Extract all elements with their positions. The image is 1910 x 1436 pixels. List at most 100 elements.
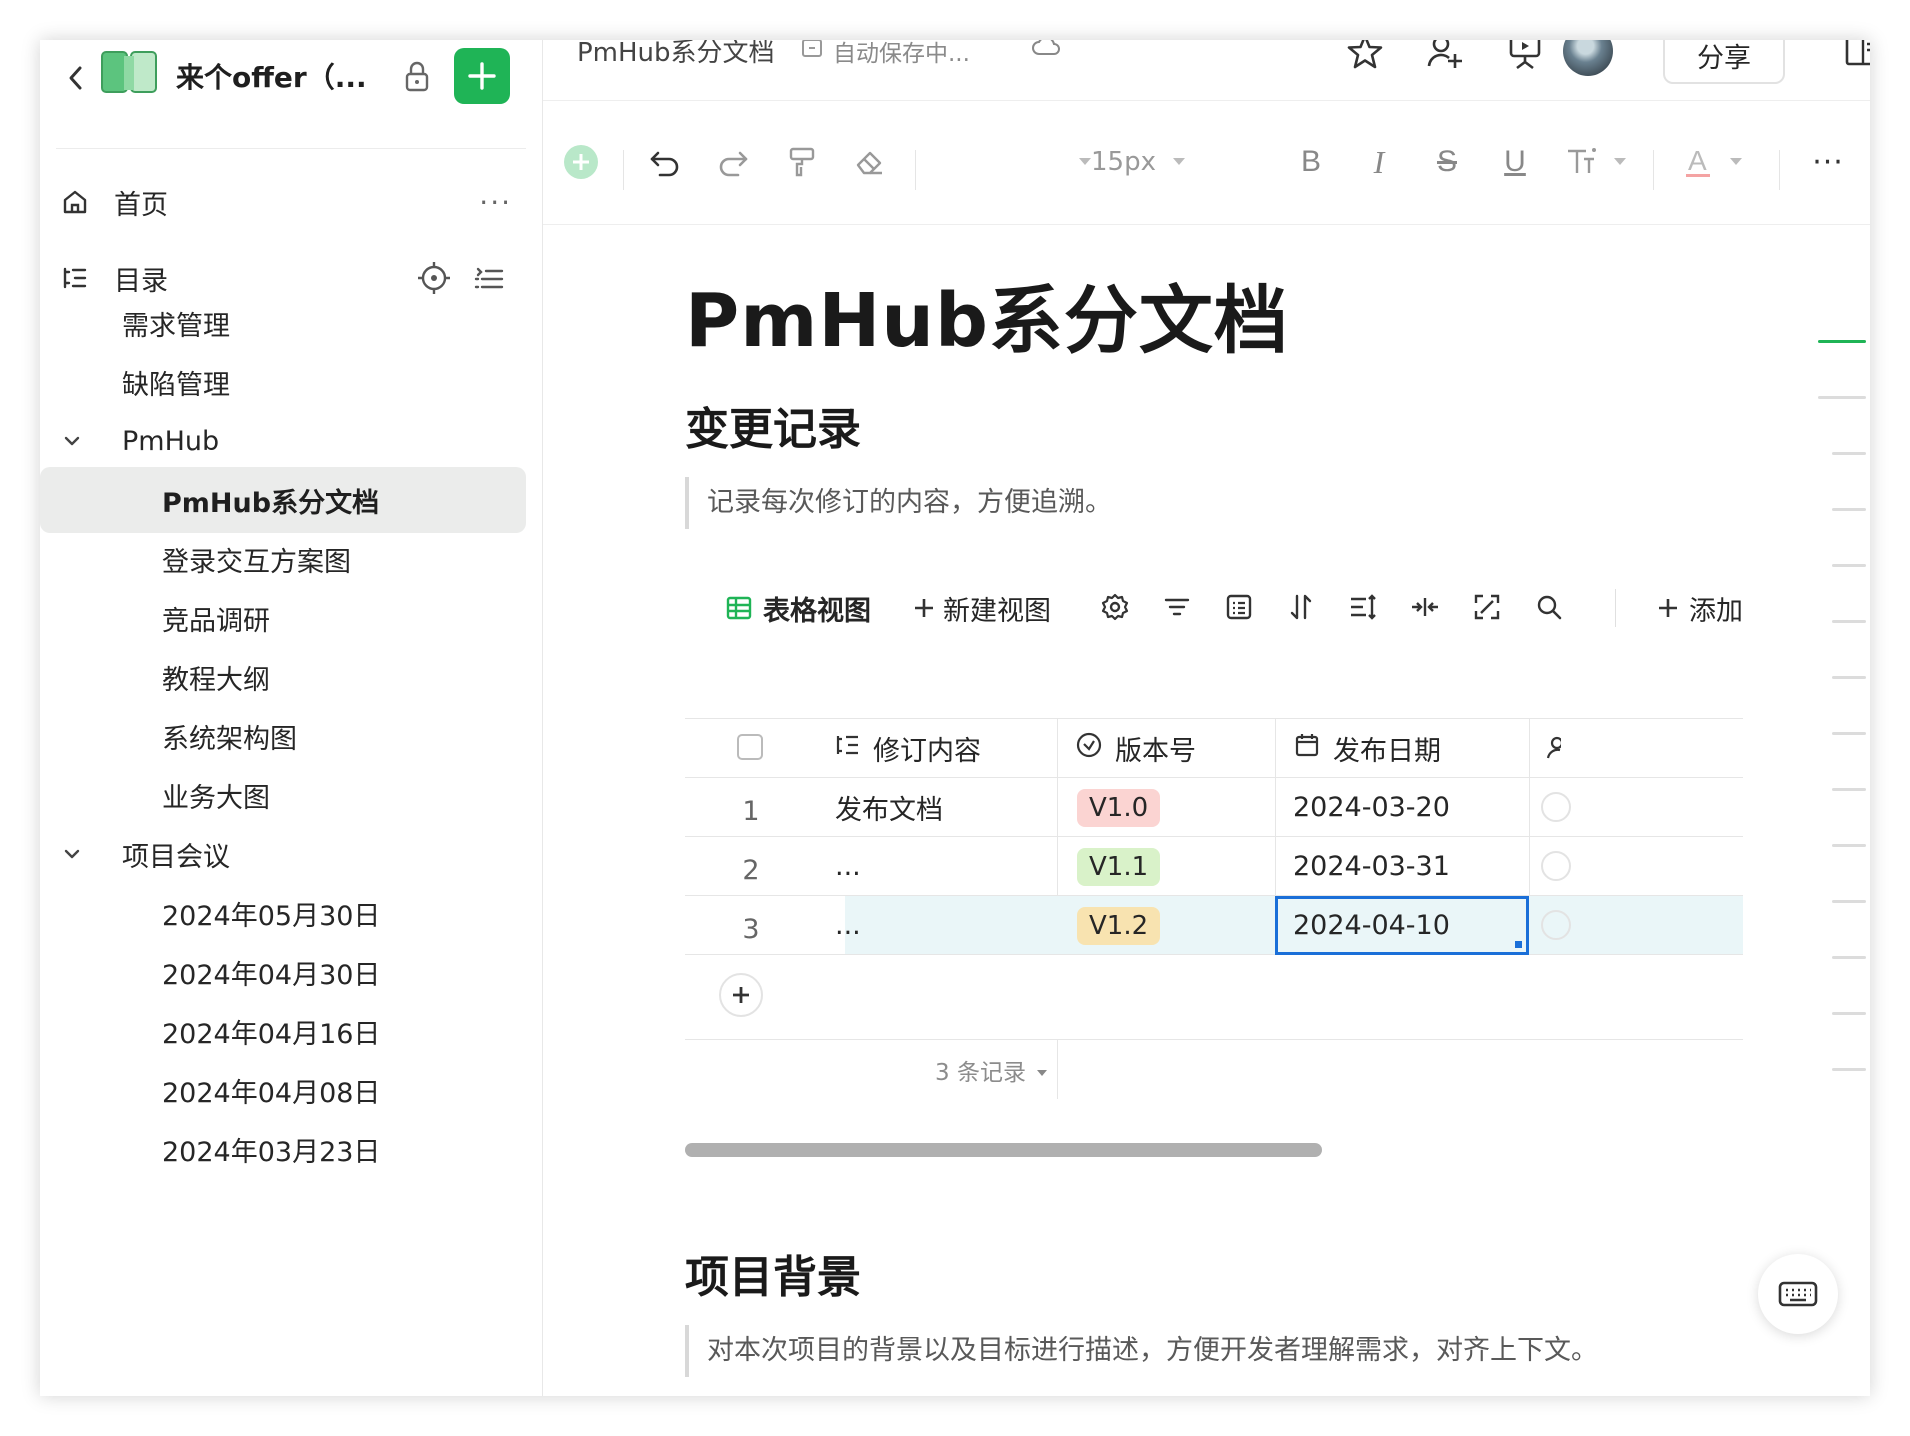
column-header[interactable]: 修订内容 [835,718,981,778]
add-block-icon[interactable] [557,138,605,186]
outline-line[interactable] [1832,732,1866,735]
svg-text:A: A [1688,145,1707,176]
knowledge-base-icon [101,51,157,93]
fullscreen-icon[interactable] [1467,587,1507,627]
tree-item-label: 项目会议 [122,841,230,873]
tree-item[interactable]: 项目会议 [40,821,542,887]
outline-line[interactable] [1832,620,1866,623]
presentation-icon[interactable] [1503,40,1547,74]
outline-line[interactable] [1832,844,1866,847]
outline-line[interactable] [1832,564,1866,567]
heading-change-log[interactable]: 变更记录 [685,393,861,457]
tree-item[interactable]: 教程大纲 [40,644,542,710]
outline-line[interactable] [1832,1068,1866,1071]
quote-change-log[interactable]: 记录每次修订的内容，方便追溯。 [685,477,1112,529]
tree-item[interactable]: 竞品调研 [40,585,542,651]
text-field-icon [835,732,861,765]
keyboard-shortcuts-button[interactable] [1758,1254,1838,1334]
font-size-select[interactable]: 15px [1091,138,1186,186]
chevron-down-icon[interactable] [60,842,84,866]
tree-item[interactable]: 2024年04月16日 [40,998,542,1064]
cell-version[interactable]: V1.0 [1077,778,1161,837]
cell-version[interactable]: V1.1 [1077,837,1161,896]
page-title[interactable]: PmHub系分文档 [685,261,1289,368]
space-title[interactable]: 来个offer（... [176,56,367,96]
strikethrough-icon[interactable]: S [1427,138,1467,186]
outline-line[interactable] [1832,956,1866,959]
tree-item-label: PmHub [122,425,220,457]
text-style-icon[interactable] [1563,138,1631,186]
bold-icon[interactable]: B [1291,138,1331,186]
tree-item[interactable]: 2024年04月08日 [40,1057,542,1123]
column-header[interactable]: 版本号 [1075,718,1196,778]
version-tag: V1.1 [1077,847,1161,886]
format-painter-icon[interactable] [779,138,823,186]
more-icon[interactable]: ··· [479,186,512,219]
avatar[interactable] [1541,910,1571,940]
outline-line[interactable] [1832,788,1866,791]
share-button[interactable]: 分享 [1663,40,1785,84]
view-tab-grid[interactable]: 表格视图 [725,575,871,641]
sort-icon[interactable] [1281,587,1321,627]
tree-item[interactable]: 登录交互方案图 [40,526,542,592]
horizontal-scrollbar[interactable] [685,1143,1322,1157]
outline-line[interactable] [1832,508,1866,511]
cell-content[interactable]: 发布文档 [835,778,943,837]
cell-date[interactable]: 2024-04-10 [1293,896,1450,955]
outline-line[interactable] [1832,676,1866,679]
chevron-down-icon[interactable] [60,429,84,453]
tree-item[interactable]: PmHub系分文档 [40,467,526,533]
chevron-down-icon [1172,158,1185,165]
group-icon[interactable] [1405,587,1445,627]
eraser-icon[interactable] [847,138,891,186]
add-button[interactable] [454,48,510,104]
cell-version[interactable]: V1.2 [1077,896,1161,955]
font-color-icon[interactable]: A [1683,138,1751,186]
heading-project-background[interactable]: 项目背景 [685,1241,861,1305]
add-collaborator-icon[interactable] [1423,40,1467,74]
cell-date[interactable]: 2024-03-20 [1293,778,1450,837]
outline-line[interactable] [1818,396,1866,399]
star-icon[interactable] [1343,40,1387,74]
add-record-button[interactable]: 添加 [1657,575,1743,641]
more-icon[interactable]: ··· [1803,138,1853,186]
select-all-checkbox[interactable] [737,734,763,760]
quote-project-background[interactable]: 对本次项目的背景以及目标进行描述，方便开发者理解需求，对齐上下文。 [685,1325,1598,1377]
add-row-button[interactable] [719,973,763,1017]
tree-item[interactable]: 需求管理 [40,290,542,356]
cell-date[interactable]: 2024-03-31 [1293,837,1450,896]
tree-item[interactable]: 系统架构图 [40,703,542,769]
undo-icon[interactable] [643,138,687,186]
avatar[interactable] [1563,40,1613,76]
new-view-button[interactable]: 新建视图 [913,575,1051,641]
view-tab-grid-label: 表格视图 [763,595,871,627]
tree-item[interactable]: 2024年03月23日 [40,1116,542,1182]
search-icon[interactable] [1529,587,1569,627]
avatar[interactable] [1541,851,1571,881]
tree-item[interactable]: 业务大图 [40,762,542,828]
cell-content[interactable]: ... [835,837,861,896]
tree-item[interactable]: 2024年04月30日 [40,939,542,1005]
underline-icon[interactable]: U [1495,138,1535,186]
outline-line[interactable] [1818,340,1866,343]
fields-icon[interactable] [1219,587,1259,627]
avatar[interactable] [1541,792,1571,822]
record-count[interactable]: 3 条记录 [935,1053,1048,1087]
redo-icon[interactable] [711,138,755,186]
lock-icon[interactable] [402,60,432,94]
column-header[interactable]: 发布日期 [1293,718,1441,778]
outline-line[interactable] [1832,452,1866,455]
cell-content[interactable]: ... [835,896,861,955]
italic-icon[interactable]: I [1359,138,1399,186]
outline-line[interactable] [1832,1012,1866,1015]
nav-home[interactable]: 首页 ··· [40,170,542,234]
tree-item[interactable]: PmHub [40,408,542,474]
back-button[interactable] [58,60,94,96]
row-height-icon[interactable] [1343,587,1383,627]
sidebar-panel-icon[interactable] [1839,40,1870,74]
tree-item[interactable]: 2024年05月30日 [40,880,542,946]
outline-line[interactable] [1832,900,1866,903]
filter-icon[interactable] [1157,587,1197,627]
tree-item[interactable]: 缺陷管理 [40,349,542,415]
settings-icon[interactable] [1095,587,1135,627]
